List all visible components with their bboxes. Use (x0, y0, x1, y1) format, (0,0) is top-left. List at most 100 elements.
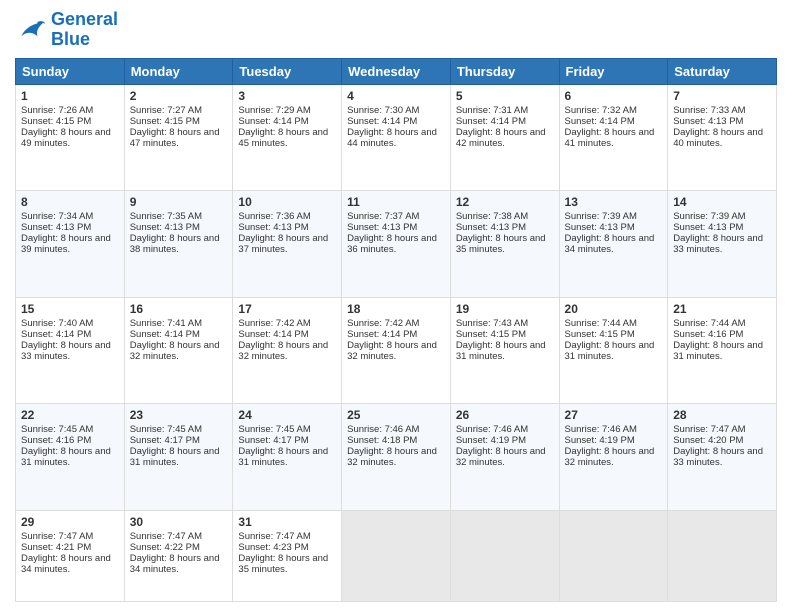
calendar-cell: 27 Sunrise: 7:46 AMSunset: 4:19 PMDayligh… (559, 404, 668, 511)
calendar-cell (450, 511, 559, 602)
day-info: Sunrise: 7:44 AMSunset: 4:16 PMDaylight:… (673, 318, 763, 362)
calendar-week-row: 22Sunrise: 7:45 AMSunset: 4:16 PMDayligh… (16, 404, 777, 511)
calendar-cell: 12 Sunrise: 7:38 AMSunset: 4:13 PMDayligh… (450, 191, 559, 298)
day-number: 19 (456, 302, 554, 316)
day-number: 4 (347, 89, 445, 103)
day-info: Sunrise: 7:45 AMSunset: 4:17 PMDaylight:… (238, 424, 328, 468)
calendar-week-row: 8 Sunrise: 7:34 AMSunset: 4:13 PMDaylight… (16, 191, 777, 298)
day-number: 17 (238, 302, 336, 316)
calendar-cell: 19 Sunrise: 7:43 AMSunset: 4:15 PMDayligh… (450, 297, 559, 404)
day-info: Sunrise: 7:47 AMSunset: 4:21 PMDaylight:… (21, 531, 111, 575)
day-number: 24 (238, 408, 336, 422)
day-info: Sunrise: 7:32 AMSunset: 4:14 PMDaylight:… (565, 105, 655, 149)
day-info: Sunrise: 7:46 AMSunset: 4:18 PMDaylight:… (347, 424, 437, 468)
day-number: 20 (565, 302, 663, 316)
calendar-cell (559, 511, 668, 602)
day-number: 11 (347, 195, 445, 209)
calendar-cell: 29 Sunrise: 7:47 AMSunset: 4:21 PMDayligh… (16, 511, 125, 602)
day-info: Sunrise: 7:47 AMSunset: 4:23 PMDaylight:… (238, 531, 328, 575)
day-number: 27 (565, 408, 663, 422)
day-info: Sunrise: 7:47 AMSunset: 4:22 PMDaylight:… (130, 531, 220, 575)
day-info: Sunrise: 7:41 AMSunset: 4:14 PMDaylight:… (130, 318, 220, 362)
calendar-cell (342, 511, 451, 602)
calendar-header-monday: Monday (124, 58, 233, 84)
calendar-cell: 2 Sunrise: 7:27 AMSunset: 4:15 PMDaylight… (124, 84, 233, 191)
day-info: Sunrise: 7:36 AMSunset: 4:13 PMDaylight:… (238, 211, 328, 255)
calendar-cell: 20 Sunrise: 7:44 AMSunset: 4:15 PMDayligh… (559, 297, 668, 404)
calendar-cell: 21 Sunrise: 7:44 AMSunset: 4:16 PMDayligh… (668, 297, 777, 404)
day-number: 26 (456, 408, 554, 422)
day-number: 28 (673, 408, 771, 422)
calendar-cell: 30 Sunrise: 7:47 AMSunset: 4:22 PMDayligh… (124, 511, 233, 602)
day-info: Sunrise: 7:46 AMSunset: 4:19 PMDaylight:… (565, 424, 655, 468)
day-info: Sunrise: 7:39 AMSunset: 4:13 PMDaylight:… (673, 211, 763, 255)
day-info: Sunrise: 7:35 AMSunset: 4:13 PMDaylight:… (130, 211, 220, 255)
day-info: Sunrise: 7:30 AMSunset: 4:14 PMDaylight:… (347, 105, 437, 149)
calendar-cell: 13Sunrise: 7:39 AMSunset: 4:13 PMDayligh… (559, 191, 668, 298)
day-number: 31 (238, 515, 336, 529)
logo: General Blue (15, 10, 118, 50)
header: General Blue (15, 10, 777, 50)
day-info: Sunrise: 7:34 AMSunset: 4:13 PMDaylight:… (21, 211, 111, 255)
day-info: Sunrise: 7:44 AMSunset: 4:15 PMDaylight:… (565, 318, 655, 362)
calendar-header-saturday: Saturday (668, 58, 777, 84)
calendar-cell: 28 Sunrise: 7:47 AMSunset: 4:20 PMDayligh… (668, 404, 777, 511)
calendar-header-friday: Friday (559, 58, 668, 84)
day-number: 10 (238, 195, 336, 209)
day-number: 3 (238, 89, 336, 103)
calendar-header-wednesday: Wednesday (342, 58, 451, 84)
day-info: Sunrise: 7:42 AMSunset: 4:14 PMDaylight:… (238, 318, 328, 362)
day-number: 7 (673, 89, 771, 103)
calendar-cell: 7 Sunrise: 7:33 AMSunset: 4:13 PMDaylight… (668, 84, 777, 191)
day-number: 29 (21, 515, 119, 529)
calendar-cell: 14 Sunrise: 7:39 AMSunset: 4:13 PMDayligh… (668, 191, 777, 298)
calendar-cell: 25 Sunrise: 7:46 AMSunset: 4:18 PMDayligh… (342, 404, 451, 511)
calendar-cell: 26 Sunrise: 7:46 AMSunset: 4:19 PMDayligh… (450, 404, 559, 511)
calendar-cell: 22Sunrise: 7:45 AMSunset: 4:16 PMDayligh… (16, 404, 125, 511)
calendar-header-thursday: Thursday (450, 58, 559, 84)
calendar-cell: 18 Sunrise: 7:42 AMSunset: 4:14 PMDayligh… (342, 297, 451, 404)
calendar-cell: 31 Sunrise: 7:47 AMSunset: 4:23 PMDayligh… (233, 511, 342, 602)
calendar-cell: 3Sunrise: 7:29 AMSunset: 4:14 PMDaylight… (233, 84, 342, 191)
calendar-cell: 24 Sunrise: 7:45 AMSunset: 4:17 PMDayligh… (233, 404, 342, 511)
day-number: 1 (21, 89, 119, 103)
day-number: 18 (347, 302, 445, 316)
day-info: Sunrise: 7:40 AMSunset: 4:14 PMDaylight:… (21, 318, 111, 362)
day-info: Sunrise: 7:46 AMSunset: 4:19 PMDaylight:… (456, 424, 546, 468)
calendar-cell: 6 Sunrise: 7:32 AMSunset: 4:14 PMDaylight… (559, 84, 668, 191)
calendar-cell (668, 511, 777, 602)
day-number: 14 (673, 195, 771, 209)
day-number: 9 (130, 195, 228, 209)
day-number: 16 (130, 302, 228, 316)
calendar-header-sunday: Sunday (16, 58, 125, 84)
calendar-cell: 1Sunrise: 7:26 AMSunset: 4:15 PMDaylight… (16, 84, 125, 191)
day-info: Sunrise: 7:33 AMSunset: 4:13 PMDaylight:… (673, 105, 763, 149)
calendar-cell: 23Sunrise: 7:45 AMSunset: 4:17 PMDayligh… (124, 404, 233, 511)
day-info: Sunrise: 7:47 AMSunset: 4:20 PMDaylight:… (673, 424, 763, 468)
day-number: 21 (673, 302, 771, 316)
calendar-cell: 4 Sunrise: 7:30 AMSunset: 4:14 PMDaylight… (342, 84, 451, 191)
day-info: Sunrise: 7:45 AMSunset: 4:16 PMDaylight:… (21, 424, 111, 468)
logo-text: General Blue (51, 10, 118, 50)
day-number: 15 (21, 302, 119, 316)
day-number: 13 (565, 195, 663, 209)
day-info: Sunrise: 7:38 AMSunset: 4:13 PMDaylight:… (456, 211, 546, 255)
calendar-cell: 9 Sunrise: 7:35 AMSunset: 4:13 PMDaylight… (124, 191, 233, 298)
day-info: Sunrise: 7:43 AMSunset: 4:15 PMDaylight:… (456, 318, 546, 362)
calendar-cell: 11Sunrise: 7:37 AMSunset: 4:13 PMDayligh… (342, 191, 451, 298)
day-number: 5 (456, 89, 554, 103)
day-number: 25 (347, 408, 445, 422)
day-info: Sunrise: 7:42 AMSunset: 4:14 PMDaylight:… (347, 318, 437, 362)
calendar-cell: 10 Sunrise: 7:36 AMSunset: 4:13 PMDayligh… (233, 191, 342, 298)
day-number: 6 (565, 89, 663, 103)
calendar-cell: 8 Sunrise: 7:34 AMSunset: 4:13 PMDaylight… (16, 191, 125, 298)
day-number: 30 (130, 515, 228, 529)
calendar-week-row: 15 Sunrise: 7:40 AMSunset: 4:14 PMDayligh… (16, 297, 777, 404)
day-number: 12 (456, 195, 554, 209)
day-info: Sunrise: 7:27 AMSunset: 4:15 PMDaylight:… (130, 105, 220, 149)
calendar-body: 1Sunrise: 7:26 AMSunset: 4:15 PMDaylight… (16, 84, 777, 601)
day-number: 2 (130, 89, 228, 103)
calendar-header-row: SundayMondayTuesdayWednesdayThursdayFrid… (16, 58, 777, 84)
day-number: 8 (21, 195, 119, 209)
calendar-week-row: 29 Sunrise: 7:47 AMSunset: 4:21 PMDayligh… (16, 511, 777, 602)
